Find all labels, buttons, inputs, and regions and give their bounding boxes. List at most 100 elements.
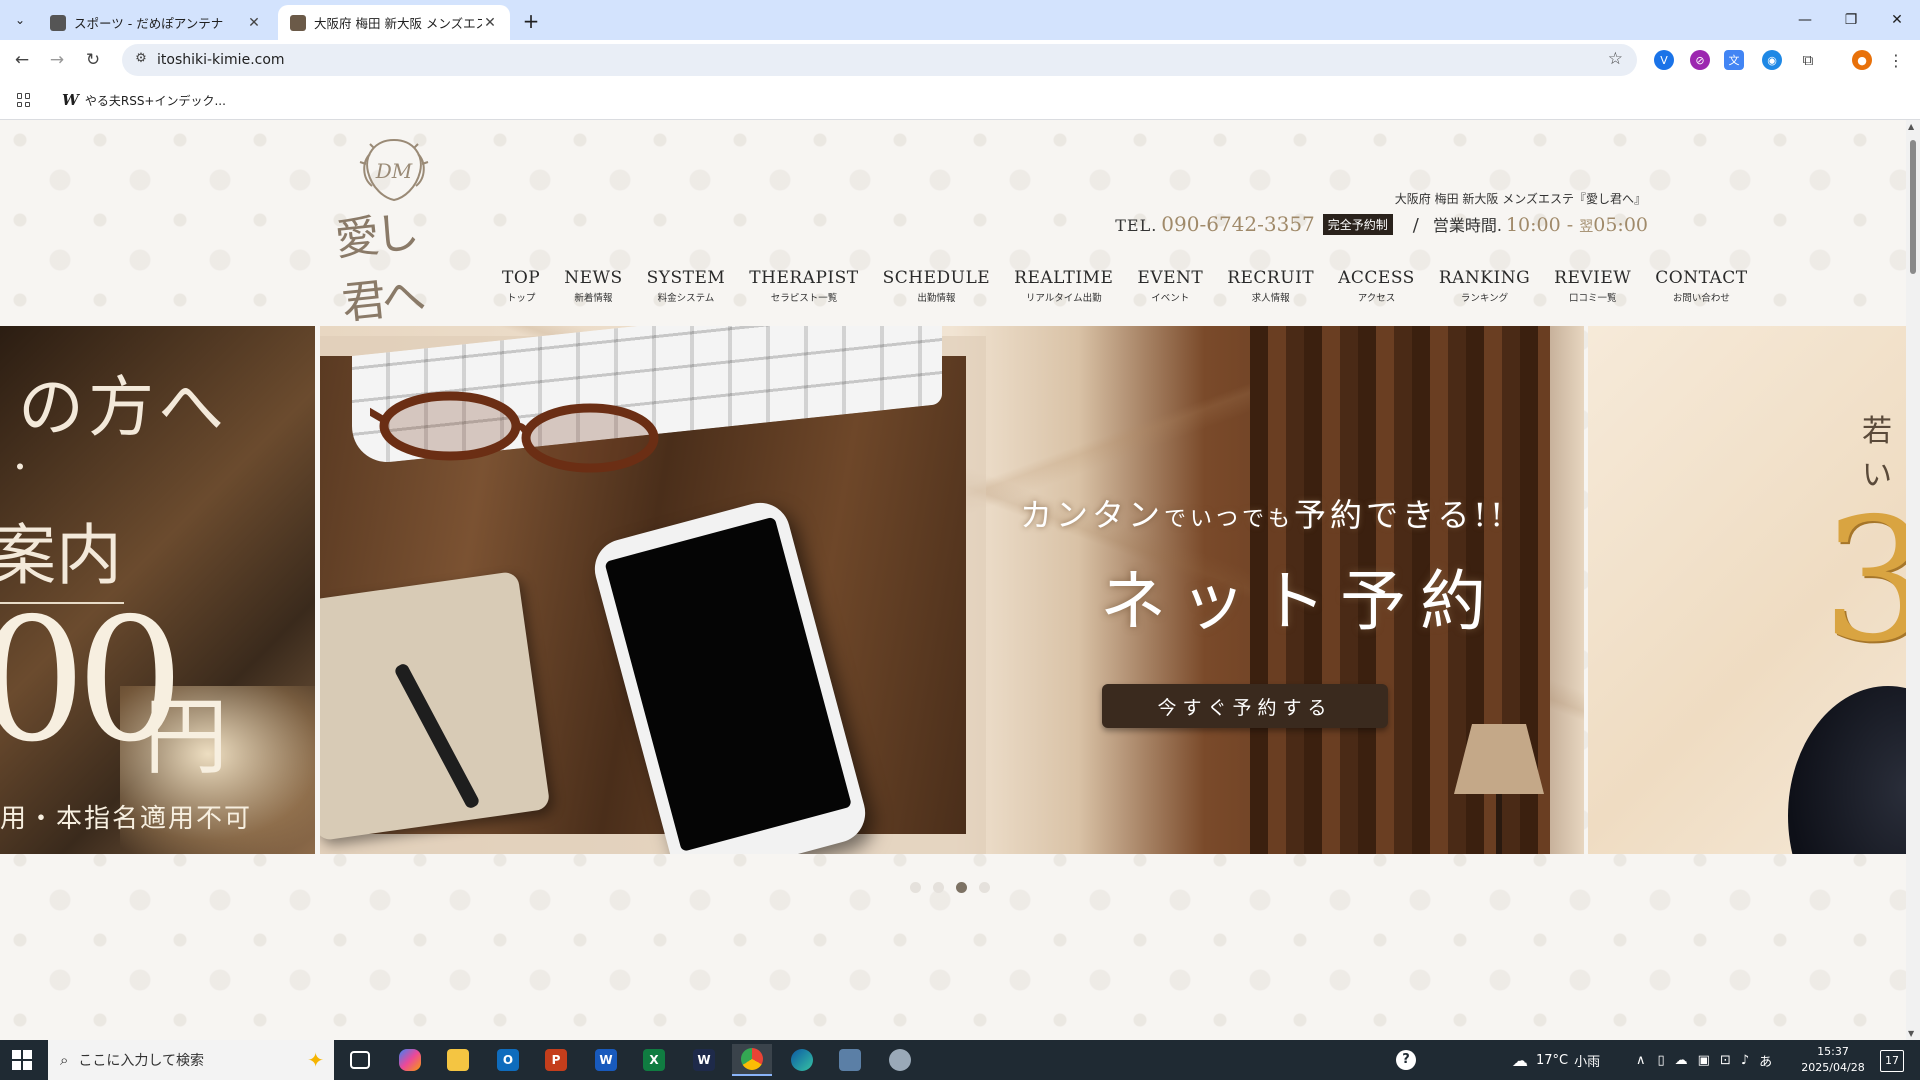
hours-start: 10:00 — [1505, 214, 1561, 236]
close-icon[interactable]: ✕ — [482, 15, 498, 31]
smartphone-image — [588, 496, 872, 854]
nav-ranking[interactable]: RANKING ランキング — [1427, 268, 1542, 304]
menu-kebab-icon[interactable]: ⋮ — [1886, 50, 1906, 70]
bookmark-label: やる夫RSS+インデック... — [84, 93, 226, 108]
bookmarks-bar: W やる夫RSS+インデック... — [0, 80, 1920, 120]
nav-therapist[interactable]: THERAPIST セラピスト一覧 — [737, 268, 870, 304]
remote-desktop-icon[interactable] — [830, 1044, 870, 1076]
bookmark-yaruo[interactable]: W やる夫RSS+インデック... — [62, 91, 226, 109]
nav-system[interactable]: SYSTEM 料金システム — [635, 268, 738, 304]
tab-sports[interactable]: スポーツ - だめぽアンテナ ✕ — [38, 5, 274, 40]
slide-left-yen: 円 — [144, 688, 229, 786]
nav-label-en: THERAPIST — [749, 268, 859, 288]
clock-date: 2025/04/28 — [1801, 1061, 1865, 1074]
contact-info: TEL. 090-6742-3357 完全予約制 / 営業時間. 10:00 -… — [1115, 212, 1648, 237]
onedrive-icon[interactable]: ☁ — [1675, 1053, 1688, 1068]
scroll-up-icon[interactable]: ▲ — [1908, 122, 1914, 131]
weather-widget[interactable]: ☁ 17°C 小雨 — [1512, 1040, 1600, 1080]
notification-center[interactable]: 17 — [1880, 1050, 1904, 1072]
new-tab-button[interactable]: + — [518, 8, 544, 34]
nav-review[interactable]: REVIEW 口コミ一覧 — [1542, 268, 1643, 304]
nav-schedule[interactable]: SCHEDULE 出勤情報 — [871, 268, 1003, 304]
extension-blue-icon[interactable]: ◉ — [1762, 50, 1782, 70]
scrollbar-thumb[interactable] — [1910, 140, 1916, 274]
minimize-button[interactable]: — — [1782, 0, 1828, 40]
nav-access[interactable]: ACCESS アクセス — [1326, 268, 1427, 304]
file-explorer-icon[interactable] — [438, 1044, 478, 1076]
slider-dot-4[interactable] — [979, 882, 990, 893]
slider-pagination — [910, 882, 990, 893]
nav-label-en: REVIEW — [1554, 268, 1632, 288]
reserve-now-button[interactable]: 今すぐ予約する — [1102, 684, 1388, 728]
task-view-icon[interactable] — [340, 1044, 380, 1076]
windows-start-icon[interactable] — [12, 1050, 32, 1070]
edge-icon[interactable] — [782, 1044, 822, 1076]
tel-label: TEL. — [1115, 216, 1158, 235]
volume-mute-icon[interactable]: ♪ — [1741, 1053, 1749, 1068]
hours-end: 05:00 — [1593, 214, 1648, 236]
extension-block-icon[interactable]: ⊘ — [1690, 50, 1710, 70]
slide-previous[interactable]: の方へ ・ 案内 00 円 用・本指名適用不可 — [0, 326, 315, 854]
slide-next[interactable]: 若い 3 — [1588, 326, 1906, 854]
display-icon[interactable]: ▣ — [1698, 1053, 1710, 1068]
bookmark-star-icon[interactable]: ☆ — [1608, 49, 1623, 69]
nav-news[interactable]: NEWS 新着情報 — [552, 268, 634, 304]
excel-icon[interactable]: X — [634, 1044, 674, 1076]
nav-realtime[interactable]: REALTIME リアルタイム出勤 — [1002, 268, 1125, 304]
outlook-icon[interactable]: O — [488, 1044, 528, 1076]
nav-top[interactable]: TOP トップ — [490, 268, 552, 304]
site-logo[interactable]: DM 愛し君へ — [333, 134, 454, 330]
url-text[interactable]: itoshiki-kimie.com — [157, 52, 285, 68]
extensions-puzzle-icon[interactable]: ⧉ — [1798, 50, 1818, 70]
powerpoint-icon[interactable]: P — [536, 1044, 576, 1076]
hours-label: 営業時間. — [1432, 216, 1502, 235]
glasses-icon — [370, 391, 659, 473]
forward-icon[interactable]: → — [44, 48, 70, 72]
reload-icon[interactable]: ↻ — [80, 48, 106, 72]
close-icon[interactable]: ✕ — [246, 15, 262, 31]
address-bar[interactable]: ⚙ itoshiki-kimie.com ☆ — [122, 44, 1637, 76]
site-info-icon[interactable]: ⚙ — [132, 51, 150, 69]
profile-avatar[interactable]: ● — [1852, 50, 1872, 70]
phone-link-icon[interactable]: ▯ — [1658, 1053, 1665, 1068]
nav-recruit[interactable]: RECRUIT 求人情報 — [1215, 268, 1326, 304]
apps-grid-icon[interactable] — [17, 93, 31, 107]
page-scrollbar[interactable]: ▲ ▼ — [1906, 120, 1920, 1040]
nav-label-jp: 新着情報 — [574, 293, 613, 304]
tel-number[interactable]: 090-6742-3357 — [1161, 212, 1315, 236]
clock-time: 15:37 — [1817, 1045, 1849, 1058]
copilot-icon[interactable] — [390, 1044, 430, 1076]
taskbar-search[interactable]: ⌕ ここに入力して検索 ✦ — [48, 1040, 334, 1080]
slide-left-line1: の方へ — [18, 369, 228, 446]
restore-button[interactable]: ❐ — [1828, 0, 1874, 40]
nav-event[interactable]: EVENT イベント — [1125, 268, 1215, 304]
back-icon[interactable]: ← — [9, 48, 35, 72]
slide-right-text: 若い — [1862, 414, 1892, 493]
chevron-up-icon[interactable]: ∧ — [1636, 1053, 1646, 1068]
slider-dot-3[interactable] — [956, 882, 967, 893]
app-dark-icon[interactable]: W — [684, 1044, 724, 1076]
slide-subtitle-part: 予約できる!! — [1294, 496, 1508, 534]
tab-search-button[interactable]: ⌄ — [8, 9, 32, 31]
ime-indicator[interactable]: あ — [1759, 1051, 1772, 1070]
tab-itoshiki[interactable]: 大阪府 梅田 新大阪 メンズエステ「 ✕ — [278, 5, 510, 40]
close-window-button[interactable]: ✕ — [1874, 0, 1920, 40]
chrome-icon[interactable] — [732, 1044, 772, 1076]
weather-temp: 17°C — [1536, 1052, 1569, 1068]
nav-label-jp: 口コミ一覧 — [1568, 293, 1617, 304]
extension-v-icon[interactable]: V — [1654, 50, 1674, 70]
slider-dot-2[interactable] — [933, 882, 944, 893]
slide-right-number: 3 — [1822, 482, 1906, 680]
word-icon[interactable]: W — [586, 1044, 626, 1076]
help-icon[interactable]: ? — [1396, 1040, 1416, 1080]
slider-dot-1[interactable] — [910, 882, 921, 893]
desk-photo — [320, 326, 966, 854]
network-icon[interactable]: ⊡ — [1720, 1053, 1731, 1068]
app-bird-icon[interactable] — [880, 1044, 920, 1076]
slide-current[interactable]: カンタンでいつでも予約できる!! ネット予約 今すぐ予約する — [320, 326, 1584, 854]
scroll-down-icon[interactable]: ▼ — [1908, 1029, 1914, 1038]
site-tagline: 大阪府 梅田 新大阪 メンズエステ『愛し君へ』 — [1394, 192, 1646, 206]
translate-icon[interactable]: 文 — [1724, 50, 1744, 70]
system-clock[interactable]: 15:37 2025/04/28 — [1800, 1044, 1866, 1076]
nav-contact[interactable]: CONTACT お問い合わせ — [1643, 268, 1759, 304]
